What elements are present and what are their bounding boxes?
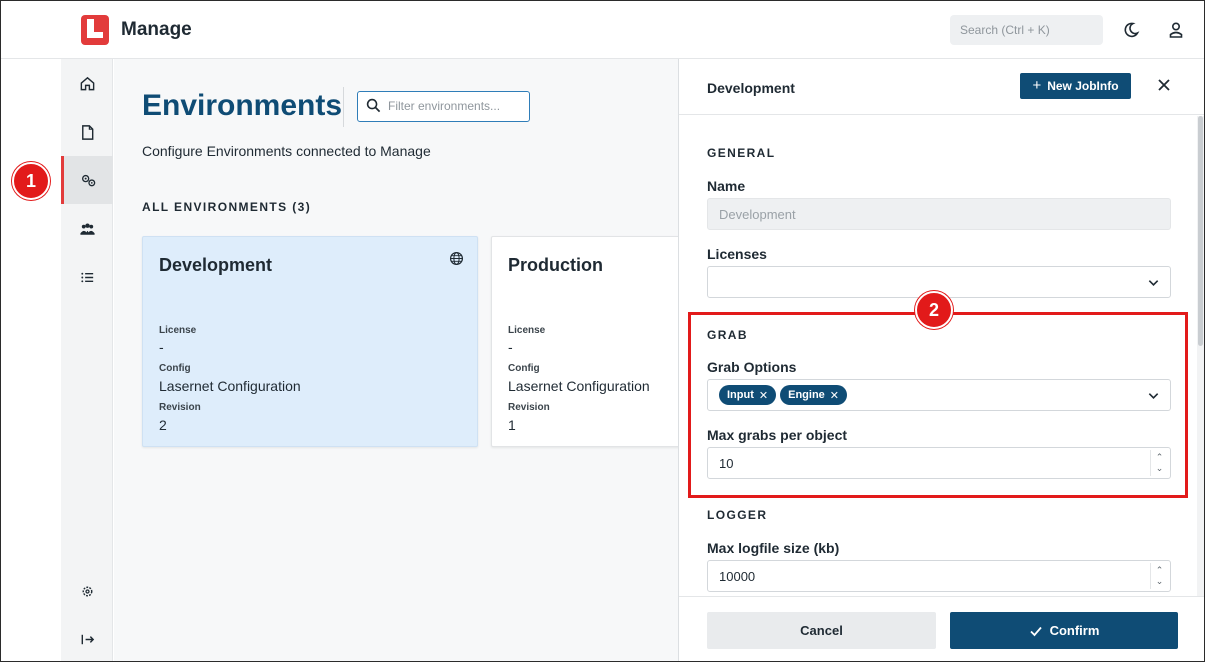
app-window: Manage Search (Ctrl + K) 1 Environments … bbox=[0, 0, 1205, 662]
globe-icon[interactable] bbox=[449, 251, 464, 266]
drawer-body: GENERAL Name Development Licenses GRAB G… bbox=[679, 116, 1204, 596]
max-grabs-value: 10 bbox=[719, 456, 734, 471]
license-label: License bbox=[508, 325, 546, 336]
chevron-down-icon bbox=[1148, 393, 1159, 399]
top-bar: Manage Search (Ctrl + K) bbox=[1, 1, 1204, 59]
list-icon bbox=[80, 272, 93, 282]
page-title: Environments bbox=[142, 89, 343, 122]
config-value: Lasernet Configuration bbox=[508, 378, 650, 394]
grab-options-label: Grab Options bbox=[707, 359, 797, 375]
sidebar-item-logout[interactable] bbox=[61, 615, 113, 661]
plus-icon: + bbox=[1032, 77, 1042, 94]
callout-marker-1: 1 bbox=[12, 162, 50, 200]
main-content: Environments Filter environments... Conf… bbox=[114, 59, 678, 661]
drawer-title: Development bbox=[707, 80, 795, 96]
sidebar-item-list[interactable] bbox=[61, 253, 113, 301]
number-stepper[interactable]: ⌃ ⌄ bbox=[1150, 450, 1168, 476]
stepper-down-icon[interactable]: ⌄ bbox=[1156, 463, 1164, 474]
license-label: License bbox=[159, 325, 197, 336]
user-icon[interactable] bbox=[1167, 21, 1185, 39]
remove-chip-icon[interactable]: ✕ bbox=[759, 389, 768, 402]
page-subtitle: Configure Environments connected to Mana… bbox=[142, 143, 431, 159]
users-icon bbox=[79, 223, 95, 235]
cancel-button[interactable]: Cancel bbox=[707, 612, 936, 649]
drawer-footer: Cancel Confirm bbox=[679, 596, 1204, 661]
max-grabs-label: Max grabs per object bbox=[707, 427, 848, 443]
environment-name: Production bbox=[508, 255, 603, 275]
chip-label: Engine bbox=[788, 389, 825, 401]
licenses-label: Licenses bbox=[707, 246, 767, 262]
max-logfile-label: Max logfile size (kb) bbox=[707, 540, 840, 556]
sidebar-item-home[interactable] bbox=[61, 59, 113, 107]
logo-icon[interactable] bbox=[81, 15, 109, 45]
license-value: - bbox=[159, 339, 164, 355]
grab-options-select[interactable]: Input ✕ Engine ✕ bbox=[707, 379, 1171, 411]
sidebar-item-environments[interactable] bbox=[61, 156, 113, 204]
search-icon bbox=[366, 98, 381, 113]
config-label: Config bbox=[159, 363, 191, 374]
sidebar-item-settings[interactable] bbox=[61, 567, 113, 615]
max-logfile-field[interactable]: 10000 ⌃ ⌄ bbox=[707, 560, 1171, 592]
name-label: Name bbox=[707, 178, 746, 194]
logout-icon bbox=[81, 634, 94, 644]
environment-card-production[interactable]: Production License - Config Lasernet Con… bbox=[491, 236, 678, 447]
title-divider bbox=[343, 87, 344, 127]
grab-section-label: GRAB bbox=[707, 328, 748, 342]
chip-label: Input bbox=[727, 389, 754, 401]
home-icon bbox=[80, 76, 94, 90]
environment-name: Development bbox=[159, 255, 273, 275]
grab-option-chip-input[interactable]: Input ✕ bbox=[719, 385, 777, 405]
chevron-down-icon bbox=[1148, 280, 1159, 286]
scrollbar-thumb[interactable] bbox=[1198, 116, 1203, 346]
close-icon[interactable] bbox=[1157, 78, 1171, 92]
stepper-up-icon[interactable]: ⌃ bbox=[1156, 452, 1164, 463]
max-logfile-value: 10000 bbox=[719, 569, 756, 584]
callout-marker-2: 2 bbox=[915, 291, 953, 329]
gear-icon bbox=[82, 586, 92, 596]
moon-icon[interactable] bbox=[1122, 21, 1140, 39]
stepper-up-icon[interactable]: ⌃ bbox=[1156, 565, 1164, 576]
name-field: Development bbox=[707, 198, 1171, 230]
sidebar bbox=[61, 59, 113, 661]
environment-card-development[interactable]: Development License - Config Lasernet Co… bbox=[142, 236, 478, 447]
gears-icon bbox=[81, 174, 96, 186]
logger-section-label: LOGGER bbox=[707, 508, 768, 522]
max-grabs-field[interactable]: 10 ⌃ ⌄ bbox=[707, 447, 1171, 479]
new-jobinfo-label: New JobInfo bbox=[1047, 79, 1119, 93]
drawer-header: Development + New JobInfo bbox=[679, 59, 1204, 115]
revision-value: 2 bbox=[159, 417, 167, 433]
global-search-input[interactable]: Search (Ctrl + K) bbox=[950, 15, 1103, 45]
revision-label: Revision bbox=[508, 402, 550, 413]
revision-label: Revision bbox=[159, 402, 201, 413]
edit-environment-drawer: Development + New JobInfo GENERAL Name D… bbox=[678, 59, 1204, 661]
check-icon bbox=[1029, 626, 1042, 636]
app-title: Manage bbox=[121, 19, 192, 40]
general-section-label: GENERAL bbox=[707, 146, 776, 160]
remove-chip-icon[interactable]: ✕ bbox=[830, 389, 839, 402]
confirm-label: Confirm bbox=[1049, 623, 1100, 638]
revision-value: 1 bbox=[508, 417, 516, 433]
new-jobinfo-button[interactable]: + New JobInfo bbox=[1020, 73, 1131, 99]
confirm-button[interactable]: Confirm bbox=[950, 612, 1178, 649]
section-label: ALL ENVIRONMENTS (3) bbox=[142, 200, 312, 214]
config-value: Lasernet Configuration bbox=[159, 378, 301, 394]
number-stepper[interactable]: ⌃ ⌄ bbox=[1150, 563, 1168, 589]
sidebar-item-users[interactable] bbox=[61, 205, 113, 253]
license-value: - bbox=[508, 339, 513, 355]
grab-option-chip-engine[interactable]: Engine ✕ bbox=[780, 385, 847, 405]
document-icon bbox=[81, 124, 93, 140]
filter-environments-input[interactable]: Filter environments... bbox=[357, 91, 530, 122]
stepper-down-icon[interactable]: ⌄ bbox=[1156, 576, 1164, 587]
sidebar-item-documents[interactable] bbox=[61, 108, 113, 156]
config-label: Config bbox=[508, 363, 540, 374]
